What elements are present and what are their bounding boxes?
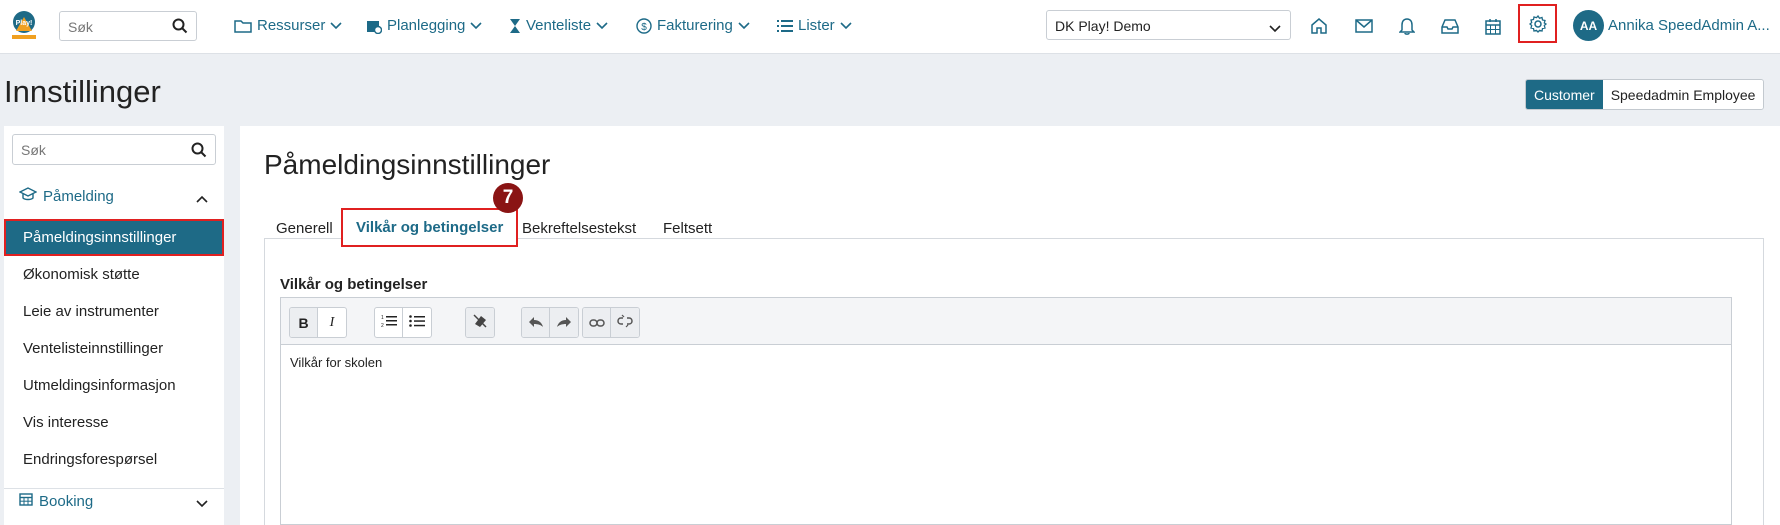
sidebar-item-utmeldingsinformasjon[interactable]: Utmeldingsinformasjon <box>4 367 224 404</box>
calendar-clock-icon <box>366 18 382 34</box>
department-select-value: DK Play! Demo <box>1055 18 1151 34</box>
bell-icon[interactable] <box>1396 15 1418 37</box>
top-navigation-bar: Play! Søk Ressurser Planlegging Ventelis… <box>0 0 1780 54</box>
sidebar-section-label: Påmelding <box>43 187 114 205</box>
folder-icon <box>234 19 252 33</box>
chevron-down-icon <box>330 21 342 30</box>
page-title: Innstillinger <box>4 74 161 109</box>
tab-generell[interactable]: Generell <box>276 208 333 248</box>
search-icon[interactable] <box>191 142 207 163</box>
sidebar-item-vis-interesse[interactable]: Vis interesse <box>4 404 224 441</box>
sidebar-section-booking[interactable]: Booking <box>4 483 224 519</box>
gear-icon[interactable] <box>1527 13 1549 35</box>
sidebar-search-placeholder: Søk <box>21 142 46 158</box>
settings-sidebar: Søk Påmelding Påmeldingsinnstillinger Øk… <box>4 126 224 525</box>
calendar-icon <box>19 492 33 510</box>
nav-ressurser-label: Ressurser <box>257 17 326 34</box>
clear-formatting-button[interactable] <box>466 308 494 337</box>
settings-button-highlight[interactable] <box>1518 4 1557 43</box>
bullet-list-button[interactable] <box>403 308 431 337</box>
nav-ressurser[interactable]: Ressurser <box>234 17 342 34</box>
chevron-down-icon <box>596 21 608 30</box>
graduation-cap-icon <box>18 187 38 205</box>
redo-button[interactable] <box>550 308 578 337</box>
nav-planlegging-label: Planlegging <box>387 17 466 34</box>
nav-venteliste[interactable]: Venteliste <box>509 17 608 34</box>
step-badge: 7 <box>493 183 523 213</box>
search-icon[interactable] <box>172 18 188 39</box>
remove-link-button[interactable] <box>611 308 639 337</box>
tab-feltsett[interactable]: Feltsett <box>663 208 712 248</box>
editor-toolbar: B I 12 <box>281 298 1731 345</box>
chevron-down-icon <box>738 21 750 30</box>
tab-bekreftelsestekst[interactable]: Bekreftelsestekst <box>522 208 636 248</box>
unlink-icon <box>617 314 633 331</box>
undo-icon <box>528 315 544 331</box>
undo-button[interactable] <box>522 308 550 337</box>
field-label: Vilkår og betingelser <box>280 276 428 293</box>
chevron-down-icon <box>196 495 208 512</box>
ordered-list-icon: 12 <box>381 314 397 331</box>
app-logo[interactable]: Play! <box>8 9 40 41</box>
sidebar-search-input[interactable]: Søk <box>12 134 216 165</box>
search-placeholder: Søk <box>68 19 93 35</box>
ordered-list-button[interactable]: 12 <box>375 308 403 337</box>
chevron-down-icon <box>470 21 482 30</box>
sidebar-item-endringsforesporsel[interactable]: Endringsforespørsel <box>4 441 224 478</box>
nav-lister[interactable]: Lister <box>777 17 852 34</box>
insert-link-button[interactable] <box>583 308 611 337</box>
role-customer-button[interactable]: Customer <box>1526 80 1603 109</box>
svg-text:1: 1 <box>381 315 384 321</box>
mail-icon[interactable] <box>1353 15 1375 37</box>
eraser-icon <box>472 313 488 332</box>
bullet-list-icon <box>409 314 425 331</box>
bold-button[interactable]: B <box>290 308 318 337</box>
settings-main-panel: Påmeldingsinnstillinger Generell Vilkår … <box>240 126 1780 525</box>
chevron-up-icon <box>196 190 208 207</box>
hourglass-icon <box>509 18 521 34</box>
list-group: 12 <box>374 307 432 338</box>
sidebar-item-okonomisk-stotte[interactable]: Økonomisk støtte <box>4 256 224 293</box>
chevron-down-icon <box>1269 20 1281 38</box>
global-search-input[interactable]: Søk <box>59 11 197 41</box>
format-group: B I <box>289 307 347 338</box>
chevron-down-icon <box>840 21 852 30</box>
nav-fakturering-label: Fakturering <box>657 17 733 34</box>
link-group <box>582 307 640 338</box>
tab-vilkar-og-betingelser[interactable]: Vilkår og betingelser <box>341 208 519 247</box>
link-icon <box>588 315 605 331</box>
home-icon[interactable] <box>1308 15 1330 37</box>
sidebar-section-pamelding[interactable]: Påmelding <box>4 178 224 214</box>
avatar[interactable]: AA <box>1573 10 1604 41</box>
svg-text:Play!: Play! <box>16 20 33 27</box>
user-name[interactable]: Annika SpeedAdmin A... <box>1608 17 1770 34</box>
list-icon <box>777 19 793 33</box>
nav-lister-label: Lister <box>798 17 835 34</box>
sidebar-item-leie-av-instrumenter[interactable]: Leie av instrumenter <box>4 293 224 330</box>
redo-icon <box>556 315 572 331</box>
italic-button[interactable]: I <box>318 308 346 337</box>
svg-text:$: $ <box>641 22 647 33</box>
dollar-circle-icon: $ <box>636 17 652 34</box>
role-toggle: Customer Speedadmin Employee <box>1525 79 1765 110</box>
inbox-icon[interactable] <box>1439 15 1461 37</box>
svg-text:2: 2 <box>381 323 384 328</box>
nav-venteliste-label: Venteliste <box>526 17 592 34</box>
calendar-icon[interactable] <box>1482 15 1504 37</box>
clear-format-group <box>465 307 495 338</box>
sidebar-item-ventelisteinnstillinger[interactable]: Ventelisteinnstillinger <box>4 330 224 367</box>
role-employee-button[interactable]: Speedadmin Employee <box>1602 80 1764 109</box>
history-group <box>521 307 579 338</box>
sidebar-item-pameldingsinnstillinger[interactable]: Påmeldingsinnstillinger <box>4 219 224 256</box>
nav-fakturering[interactable]: $ Fakturering <box>636 17 750 34</box>
rich-text-editor[interactable]: B I 12 Vilkår for skolen <box>280 297 1732 525</box>
department-select[interactable]: DK Play! Demo <box>1046 10 1291 40</box>
section-title: Påmeldingsinnstillinger <box>264 149 551 180</box>
editor-content[interactable]: Vilkår for skolen <box>290 355 382 370</box>
nav-planlegging[interactable]: Planlegging <box>366 17 482 34</box>
sidebar-section-label: Booking <box>39 492 94 510</box>
